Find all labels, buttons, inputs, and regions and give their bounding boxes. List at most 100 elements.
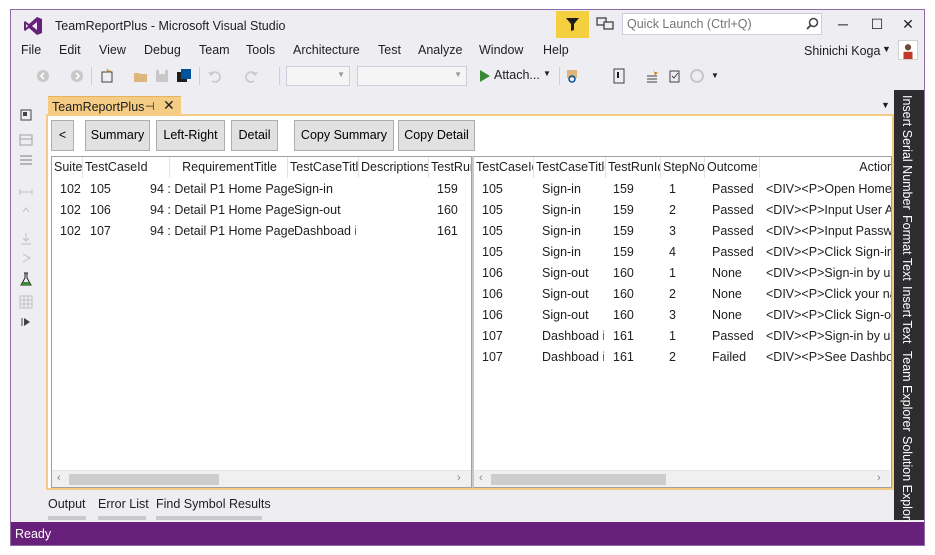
tab-error-list[interactable]: Error List [98,497,149,511]
menu-help[interactable]: Help [543,43,569,57]
quick-launch-input[interactable] [622,13,822,35]
column-header-stepno[interactable]: StepNo [661,157,705,178]
cell-requirementtitle: 94 : Detail P1 Home Page [150,182,295,196]
download-icon[interactable] [19,232,33,246]
navigate-back-icon[interactable] [35,68,51,84]
cell-action: <DIV><P>Click your name [766,287,891,301]
find-in-files-icon[interactable] [565,68,581,84]
column-header-suite[interactable]: Suite [52,157,83,178]
left-right-button[interactable]: Left-Right [156,120,225,151]
document-outline-icon[interactable] [611,68,627,84]
copy-summary-button[interactable]: Copy Summary [294,120,394,151]
user-avatar[interactable] [898,40,918,60]
list-view-icon[interactable] [19,153,33,167]
user-menu-caret-icon[interactable]: ▼ [882,44,891,54]
undo-icon[interactable] [207,68,223,84]
tab-output[interactable]: Output [48,497,86,511]
column-header-testcaseid[interactable]: TestCaseId [83,157,170,178]
menu-analyze[interactable]: Analyze [418,43,462,57]
column-header-testrunid[interactable]: TestRunId [606,157,661,178]
detail-button[interactable]: Detail [231,120,278,151]
column-header-outcome[interactable]: Outcome [705,157,760,178]
side-tab-format-text[interactable]: Format Text [900,215,914,281]
step-into-icon[interactable] [19,315,33,329]
test-flask-icon[interactable] [19,272,33,286]
detail-grid[interactable]: TestCaseId TestCaseTitle TestRunId StepN… [472,156,892,488]
copy-detail-button[interactable]: Copy Detail [398,120,475,151]
bookmark-icon[interactable] [645,68,661,84]
grid-icon[interactable] [19,295,33,309]
cell-testcasetitle: Sign-out [542,287,589,301]
solution-platform-select[interactable]: ▼ [357,66,467,86]
menu-team[interactable]: Team [199,43,230,57]
scrollbar-thumb[interactable] [69,474,219,485]
menu-test[interactable]: Test [378,43,401,57]
start-debug-icon[interactable] [477,68,493,84]
detail-horizontal-scrollbar[interactable]: ‹ › [474,470,890,487]
team-sync-icon[interactable] [689,68,705,84]
menu-debug[interactable]: Debug [144,43,181,57]
pin-icon[interactable]: ⊣ [145,100,155,113]
up-icon[interactable] [19,203,33,217]
save-all-icon[interactable] [176,68,192,84]
column-header-testcasetitle[interactable]: TestCaseTitle [534,157,606,178]
menu-file[interactable]: File [21,43,41,57]
new-project-icon[interactable] [99,68,115,84]
redo-icon[interactable] [243,68,259,84]
user-name[interactable]: Shinichi Koga [804,44,880,58]
open-file-icon[interactable] [133,68,149,84]
attach-caret-icon[interactable]: ▼ [543,69,559,85]
summary-horizontal-scrollbar[interactable]: ‹ › [52,470,471,487]
cell-testcaseid: 105 [90,182,111,196]
minimize-button[interactable]: ─ [826,10,860,38]
back-button[interactable]: < [51,120,74,151]
tab-find-symbol-results[interactable]: Find Symbol Results [156,497,271,511]
column-header-descriptions[interactable]: Descriptions [359,157,429,178]
server-explorer-icon[interactable] [19,108,33,122]
scroll-right-icon[interactable]: › [457,472,461,484]
scroll-left-icon[interactable]: ‹ [57,472,61,484]
maximize-button[interactable]: ☐ [860,10,894,38]
navigate-forward-icon[interactable] [69,68,85,84]
toolbox-icon[interactable] [19,133,33,147]
button-bar: < Summary Left-Right Detail Copy Summary… [48,116,892,156]
close-tab-icon[interactable]: ✕ [163,97,175,114]
menu-edit[interactable]: Edit [59,43,81,57]
attach-button[interactable]: Attach... [494,68,540,82]
tab-teamreportplus[interactable]: TeamReportPlus ⊣ ✕ [48,96,181,116]
notification-filter-button[interactable] [556,11,589,38]
cell-action: <DIV><P>Sign-in by user [766,329,891,343]
document-tab-well: TeamReportPlus ⊣ ✕ [48,90,896,116]
side-tab-solution-explorer[interactable]: Solution Explorer [900,436,914,531]
tabs-dropdown-icon[interactable]: ▼ [881,100,890,110]
side-tab-insert-serial-number[interactable]: Insert Serial Number [900,95,914,210]
close-window-button[interactable]: ✕ [891,10,924,38]
side-tab-insert-text[interactable]: Insert Text [900,286,914,343]
save-icon[interactable] [154,68,170,84]
solution-configuration-select[interactable]: ▼ [286,66,350,86]
task-list-icon[interactable] [667,68,683,84]
run-icon[interactable] [19,251,33,265]
feedback-icon[interactable] [596,16,614,32]
column-header-testcasetitle[interactable]: TestCaseTitle [288,157,359,178]
column-header-requirementtitle[interactable]: RequirementTitle [170,157,288,178]
toolbar-overflow-icon[interactable]: ▼ [711,71,727,87]
cell-stepno: 2 [669,350,676,364]
scroll-right-icon[interactable]: › [877,472,881,484]
cell-stepno: 2 [669,287,676,301]
menu-tools[interactable]: Tools [246,43,275,57]
summary-button[interactable]: Summary [85,120,150,151]
scrollbar-thumb[interactable] [491,474,666,485]
menu-view[interactable]: View [99,43,126,57]
column-header-action[interactable]: Action [760,157,891,178]
scroll-left-icon[interactable]: ‹ [479,472,483,484]
align-icon[interactable] [19,185,33,199]
summary-grid[interactable]: Suite TestCaseId RequirementTitle TestCa… [51,156,472,488]
cell-outcome: None [712,287,742,301]
column-header-testcaseid[interactable]: TestCaseId [474,157,534,178]
menu-architecture[interactable]: Architecture [293,43,360,57]
side-tab-team-explorer[interactable]: Team Explorer [900,351,914,432]
search-icon[interactable] [806,17,819,30]
menu-window[interactable]: Window [479,43,523,57]
column-header-testrunid[interactable]: TestRunId [429,157,471,178]
